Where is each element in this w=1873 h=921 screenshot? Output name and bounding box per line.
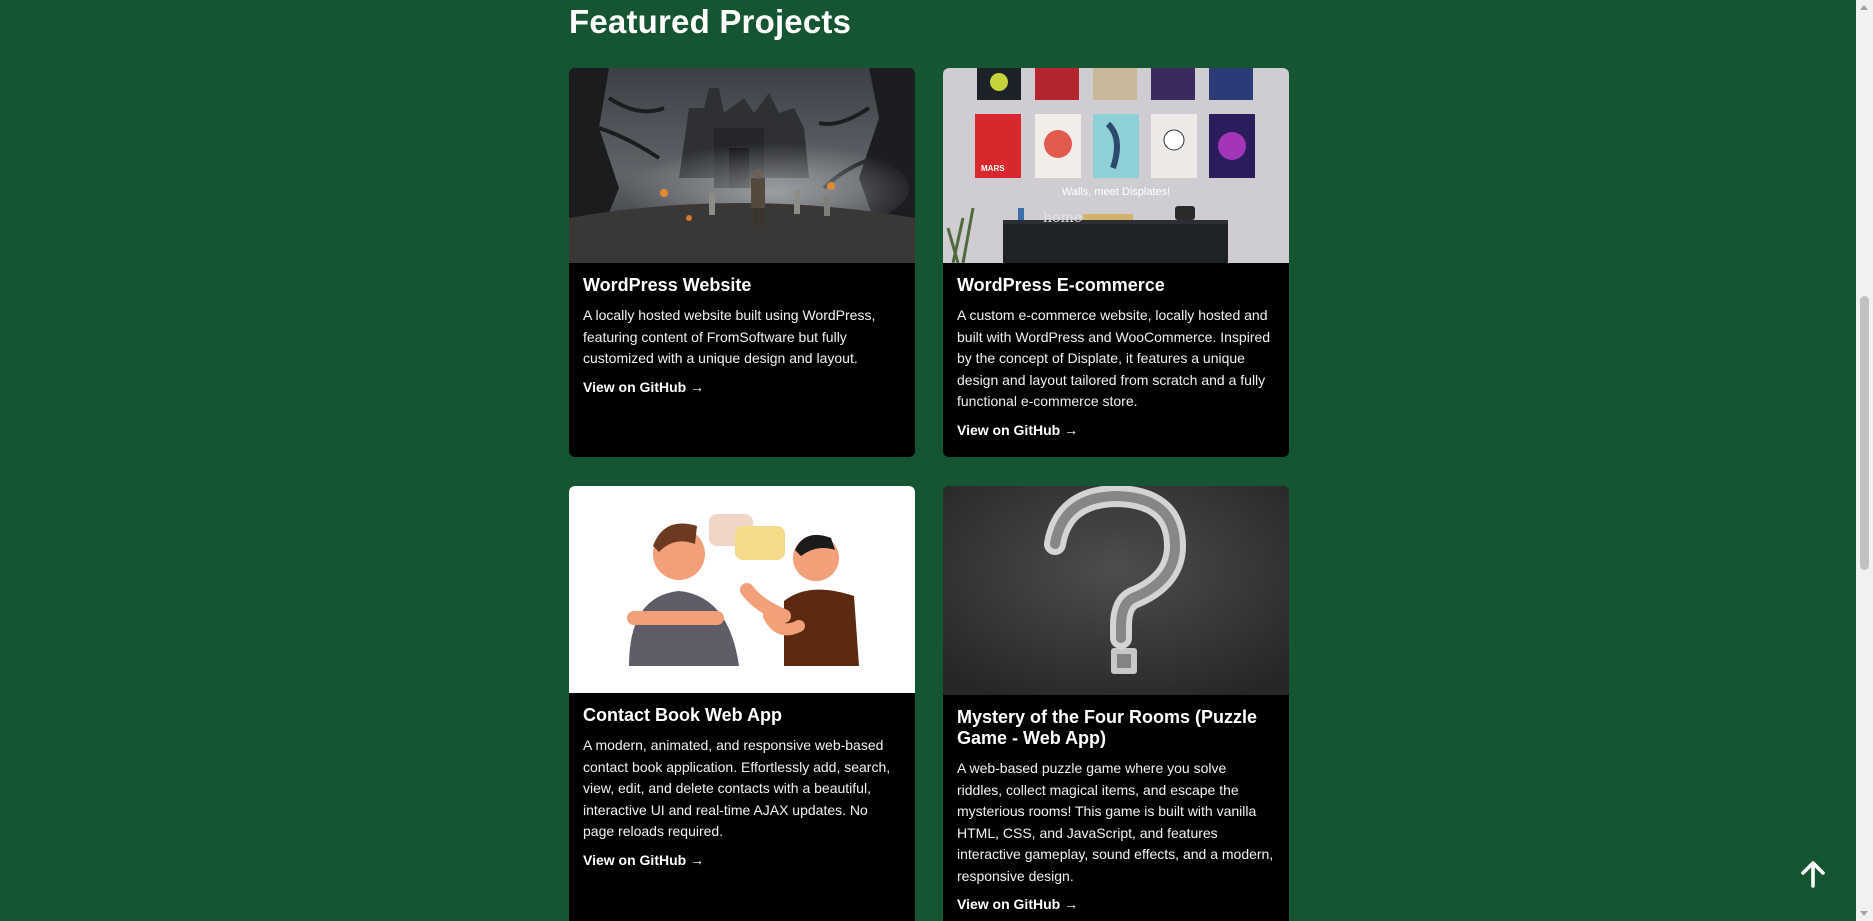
back-to-top-button[interactable] bbox=[1791, 852, 1835, 896]
project-title: Mystery of the Four Rooms (Puzzle Game -… bbox=[957, 707, 1258, 748]
projects-page: Featured Projects WordPress Website A lo… bbox=[0, 0, 1873, 921]
project-description: A web-based puzzle game where you solve … bbox=[957, 760, 1274, 884]
project-image-displate-posters-wall: MARS Walls, meet Displates! home bbox=[943, 68, 1289, 263]
project-title: WordPress E-commerce bbox=[957, 275, 1165, 295]
project-description: A locally hosted website built using Wor… bbox=[583, 307, 876, 366]
scroll-up-arrow-icon[interactable] bbox=[1860, 5, 1868, 10]
view-on-github-link[interactable]: View on GitHub → bbox=[957, 896, 1078, 912]
project-description: A modern, animated, and responsive web-b… bbox=[583, 737, 891, 839]
project-image-dark-fantasy-castle bbox=[569, 68, 915, 263]
project-title: WordPress Website bbox=[583, 275, 752, 295]
project-card-wordpress-website: WordPress Website A locally hosted websi… bbox=[569, 68, 915, 457]
image-caption-text: Walls, meet Displates! bbox=[1062, 186, 1170, 198]
project-card-mystery-four-rooms: Mystery of the Four Rooms (Puzzle Game -… bbox=[943, 486, 1289, 921]
neon-sign-text: home bbox=[1043, 210, 1082, 226]
page-scrollbar[interactable] bbox=[1856, 0, 1873, 921]
section-title: Featured Projects bbox=[569, 3, 852, 40]
view-on-github-link[interactable]: View on GitHub → bbox=[583, 379, 704, 395]
project-card-contact-book: Contact Book Web App A modern, animated,… bbox=[569, 486, 915, 921]
scroll-down-arrow-icon[interactable] bbox=[1860, 911, 1868, 916]
arrow-up-icon bbox=[1801, 861, 1825, 888]
poster-text: MARS bbox=[981, 164, 1005, 173]
project-image-two-people-talking bbox=[569, 486, 915, 693]
project-title: Contact Book Web App bbox=[583, 705, 782, 725]
project-description: A custom e-commerce website, locally hos… bbox=[957, 307, 1271, 409]
view-on-github-link[interactable]: View on GitHub → bbox=[957, 422, 1078, 438]
scrollbar-thumb[interactable] bbox=[1860, 296, 1869, 570]
project-card-wordpress-ecommerce: MARS Walls, meet Displates! home WordPre… bbox=[943, 68, 1289, 457]
project-image-chalk-question-mark bbox=[943, 486, 1289, 695]
view-on-github-link[interactable]: View on GitHub → bbox=[583, 852, 704, 868]
